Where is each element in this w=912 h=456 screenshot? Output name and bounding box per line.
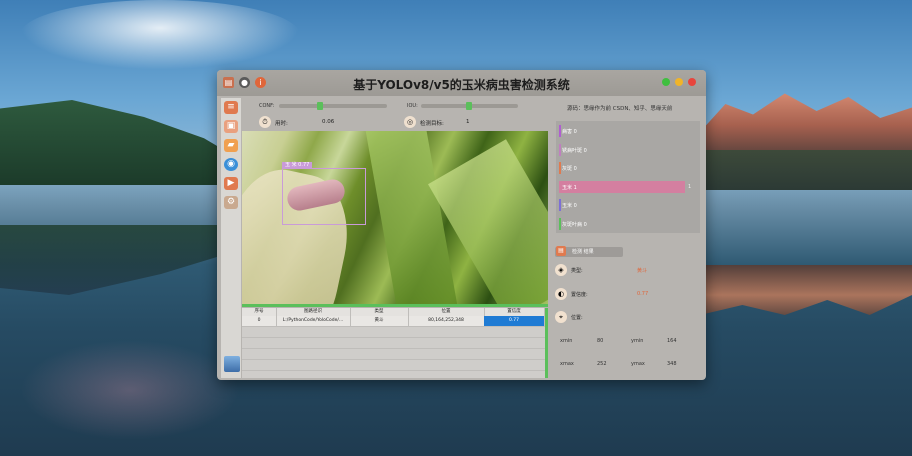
image-preview: 玉 米 0.77 [242, 131, 548, 304]
chart-bar [559, 162, 561, 174]
source-note: 源码：思缘作为前 CSDN、知乎、思缘天前 [567, 106, 673, 112]
result-title-text: 检测 结果 [572, 249, 594, 255]
table-cell: 黄斗 [350, 316, 409, 326]
col-header[interactable]: 位置 [408, 308, 485, 316]
chart-bar-row: 病害 0 [559, 125, 699, 137]
table-header: 序号 图路径识 类型 位置 置信度 [242, 308, 548, 316]
conf-slider-row: CONF: [259, 101, 389, 111]
targets-stat: ◎ 检测目标: 1 [404, 116, 494, 130]
settings-icon[interactable]: ⚙ [224, 196, 238, 209]
conf-slider-thumb[interactable] [317, 102, 323, 110]
table-row[interactable] [242, 360, 548, 371]
table-row[interactable] [242, 338, 548, 349]
chart-bar-label: 玉米 0 [562, 203, 577, 209]
folder-icon[interactable]: ▰ [224, 139, 238, 152]
title-bar[interactable]: ▤ ● i 基于YOLOv8/v5的玉米病虫害检测系统 [217, 70, 706, 96]
shore-right [700, 150, 912, 190]
time-stat: ⏱ 用时: 0.06 [259, 116, 349, 130]
chart-bar-value: 1 [688, 183, 692, 190]
maximize-button[interactable] [662, 78, 670, 86]
targets-label: 检测目标: [420, 121, 444, 127]
close-button[interactable] [688, 78, 696, 86]
results-table: 序号 图路径识 类型 位置 置信度 0 L:/PythonCode/YoloCo… [242, 308, 548, 378]
type-icon: ◈ [555, 264, 567, 276]
chart-bar [559, 180, 685, 193]
type-value: 黄斗 [637, 268, 648, 274]
ymax-value: 348 [667, 361, 677, 367]
table-row[interactable] [242, 327, 548, 338]
table-cell: 80,164,252,348 [408, 316, 485, 326]
chart-bar-row: 玉米 0 [559, 199, 699, 211]
detection-label: 玉 米 0.77 [282, 162, 313, 169]
ymin-label: ymin [631, 338, 644, 344]
position-label: 位置: [571, 315, 583, 321]
lake-reflection-right [700, 265, 912, 315]
forest-hill [0, 100, 240, 185]
chart-bar-label: 锈病叶斑 0 [562, 147, 587, 154]
result-title: ▤ 检测 结果 [555, 246, 623, 257]
table-row[interactable]: 0 L:/PythonCode/YoloCode/... 黄斗 80,164,2… [242, 316, 548, 327]
iou-slider-row: IOU: [407, 101, 522, 111]
chart-bar-label: 玉米 1 [562, 184, 577, 191]
time-label: 用时: [275, 121, 288, 127]
iou-slider-thumb[interactable] [466, 102, 472, 110]
progress-bar [242, 304, 548, 307]
xmax-label: xmax [560, 361, 574, 367]
col-header[interactable]: 类型 [350, 308, 409, 316]
image-icon[interactable]: ▣ [224, 120, 238, 133]
confidence-icon: ◐ [555, 288, 567, 300]
table-cell: 0.77 [484, 316, 545, 326]
chart-bar [559, 143, 561, 156]
minimize-button[interactable] [675, 78, 683, 86]
table-row[interactable] [242, 349, 548, 360]
chart-bar-label: 灰斑叶病 0 [562, 221, 587, 228]
col-header[interactable]: 图路径识 [276, 308, 351, 316]
chart-bar-label: 灰斑 0 [562, 166, 577, 172]
result-icon: ▤ [556, 246, 566, 256]
location-icon: ⌖ [555, 311, 567, 323]
xmax-value: 252 [597, 361, 607, 367]
chart-bar-label: 病害 0 [562, 129, 577, 135]
chart-bar [559, 125, 561, 137]
col-header[interactable]: 序号 [242, 308, 277, 316]
chart-bar [559, 199, 561, 211]
time-value: 0.06 [322, 119, 335, 125]
detection-box [282, 168, 366, 225]
xmin-value: 80 [597, 338, 604, 344]
conf-slider[interactable] [279, 104, 387, 108]
class-count-chart: 病害 0 锈病叶斑 0 灰斑 0 玉米 1 1 玉米 0 灰斑叶病 0 [556, 121, 700, 233]
table-cell: 0 [242, 316, 277, 326]
camera-icon[interactable]: ◉ [224, 158, 238, 171]
sidebar: ≡ ▣ ▰ ◉ ▶ ⚙ [221, 98, 241, 378]
cloud-decoration [20, 0, 300, 70]
user-avatar[interactable] [224, 356, 240, 372]
clock-icon: ⏱ [259, 116, 271, 128]
table-scrollbar[interactable] [545, 308, 548, 378]
table-cell: L:/PythonCode/YoloCode/... [276, 316, 351, 326]
col-header[interactable]: 置信度 [484, 308, 545, 316]
target-icon: ◎ [404, 116, 416, 128]
ymin-value: 164 [667, 338, 677, 344]
type-label: 类型: [571, 268, 583, 274]
chart-bar [559, 217, 561, 230]
menu-icon[interactable]: ≡ [224, 101, 238, 114]
lake-reflection-left [0, 225, 230, 295]
app-window: ▤ ● i 基于YOLOv8/v5的玉米病虫害检测系统 ≡ ▣ ▰ ◉ ▶ ⚙ … [217, 70, 706, 380]
video-icon[interactable]: ▶ [224, 177, 238, 190]
conf-label: CONF: [259, 103, 275, 109]
chart-bar-row: 灰斑 0 [559, 162, 699, 174]
xmin-label: xmin [560, 338, 573, 344]
iou-label: IOU: [407, 103, 418, 109]
chart-bar-row: 锈病叶斑 0 [559, 143, 699, 156]
window-title: 基于YOLOv8/v5的玉米病虫害检测系统 [353, 78, 570, 92]
chart-bar-row: 玉米 1 1 [559, 180, 699, 193]
ymax-label: ymax [631, 361, 645, 367]
targets-value: 1 [466, 119, 470, 125]
chart-bar-row: 灰斑叶病 0 [559, 217, 699, 230]
confidence-value: 0.77 [637, 291, 649, 297]
light-glow [20, 340, 240, 440]
confidence-label: 置信度: [571, 292, 588, 298]
leaf-shape [365, 131, 459, 304]
